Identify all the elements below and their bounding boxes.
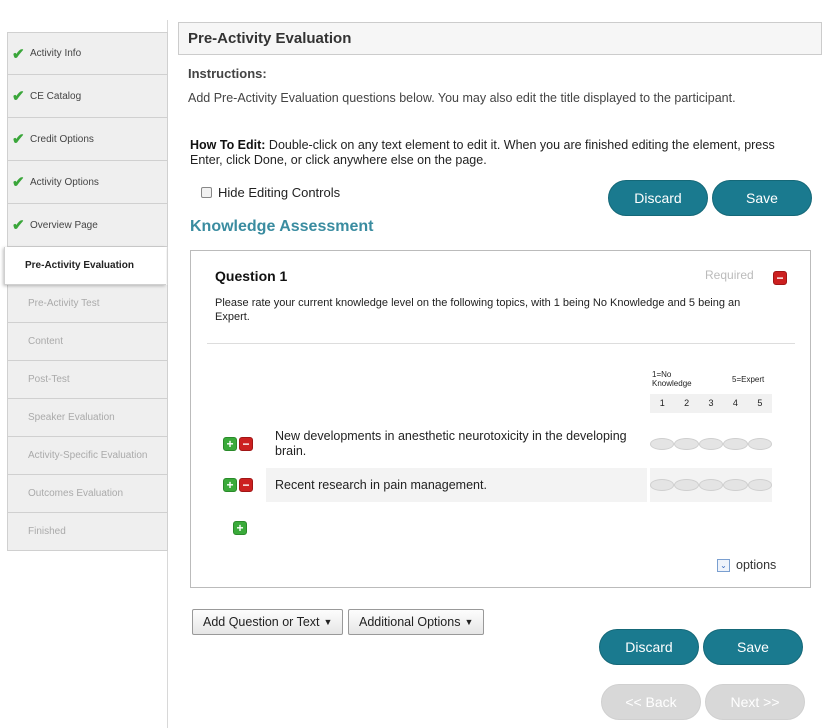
scale-number: 4: [732, 398, 738, 408]
hide-editing-controls-label: Hide Editing Controls: [218, 185, 341, 200]
rating-radio[interactable]: [674, 438, 699, 450]
save-button-bottom[interactable]: Save: [703, 629, 803, 665]
rating-radio[interactable]: [747, 479, 773, 491]
discard-button-bottom[interactable]: Discard: [599, 629, 699, 665]
how-to-edit-text: Double-click on any text element to edit…: [190, 138, 775, 167]
sidebar-item-label: Pre-Activity Evaluation: [25, 260, 134, 271]
rating-radio[interactable]: [650, 479, 675, 491]
sidebar-item-label: Post-Test: [28, 374, 70, 385]
sidebar-item-label: Pre-Activity Test: [28, 298, 100, 309]
scale-number: 2: [684, 398, 690, 408]
divider: [207, 343, 795, 344]
question-description[interactable]: Please rate your current knowledge level…: [215, 296, 745, 324]
how-to-edit: How To Edit: Double-click on any text el…: [190, 138, 790, 168]
additional-options-label: Additional Options: [359, 615, 461, 629]
next-button[interactable]: Next >>: [705, 684, 805, 720]
question-title[interactable]: Question 1: [215, 268, 287, 284]
scale-number: 1: [659, 398, 665, 408]
scale-low-label: 1=No Knowledge: [652, 370, 692, 388]
sidebar-item-label: Overview Page: [30, 219, 98, 231]
options-toggle[interactable]: ⌄ options: [717, 558, 776, 572]
row-controls: + −: [223, 478, 253, 492]
check-icon: ✔: [12, 174, 25, 191]
sidebar-item-overview-page[interactable]: ✔ Overview Page: [7, 204, 168, 247]
sidebar-item-activity-options[interactable]: ✔ Activity Options: [7, 161, 168, 204]
back-button[interactable]: << Back: [601, 684, 701, 720]
sidebar-item-activity-specific-evaluation[interactable]: Activity-Specific Evaluation: [7, 437, 168, 475]
sidebar-item-credit-options[interactable]: ✔ Credit Options: [7, 118, 168, 161]
chevron-down-icon: ⌄: [717, 558, 730, 572]
sidebar-item-label: Credit Options: [30, 133, 94, 145]
sidebar-item-label: CE Catalog: [30, 90, 82, 102]
row-controls: + −: [223, 437, 253, 451]
table-row: + − New developments in anesthetic neuro…: [215, 424, 775, 464]
rating-radio[interactable]: [650, 438, 675, 450]
plus-icon: +: [233, 521, 247, 535]
minus-icon: −: [773, 271, 787, 285]
additional-options-dropdown[interactable]: Additional Options ▼: [348, 609, 485, 635]
sidebar-item-label: Activity Info: [30, 48, 82, 59]
discard-button-top[interactable]: Discard: [608, 180, 708, 216]
add-row-button[interactable]: +: [233, 519, 247, 537]
rating-radios: [650, 424, 773, 464]
sidebar-item-content[interactable]: Content: [7, 323, 168, 361]
add-question-dropdown[interactable]: Add Question or Text ▼: [192, 609, 344, 635]
hide-editing-controls-checkbox[interactable]: [201, 187, 212, 198]
caret-down-icon: ▼: [464, 617, 474, 627]
add-row-icon[interactable]: +: [223, 437, 237, 451]
sidebar-item-finished[interactable]: Finished: [7, 513, 168, 551]
question-box: Question 1 Required − Please rate your c…: [190, 250, 811, 588]
sidebar-item-label: Speaker Evaluation: [28, 412, 115, 423]
rating-radio[interactable]: [723, 479, 748, 491]
rating-radios: [650, 468, 773, 502]
rating-radio[interactable]: [674, 479, 699, 491]
options-label: options: [736, 558, 777, 572]
how-to-edit-label: How To Edit:: [190, 138, 266, 152]
sidebar-item-pre-activity-test[interactable]: Pre-Activity Test: [7, 285, 168, 323]
sidebar: ✔ Activity Info ✔ CE Catalog ✔ Credit Optio…: [4, 32, 168, 551]
add-row-icon[interactable]: +: [223, 478, 237, 492]
check-icon: ✔: [12, 217, 25, 234]
row-label[interactable]: Recent research in pain management.: [266, 468, 647, 502]
sidebar-item-label: Outcomes Evaluation: [28, 488, 124, 499]
remove-row-icon[interactable]: −: [239, 437, 253, 451]
remove-question-button[interactable]: −: [773, 269, 787, 287]
sidebar-item-label: Activity Options: [30, 176, 99, 188]
sidebar-item-post-test[interactable]: Post-Test: [7, 361, 168, 399]
rating-radio[interactable]: [723, 438, 748, 450]
sidebar-item-outcomes-evaluation[interactable]: Outcomes Evaluation: [7, 475, 168, 513]
instructions-label: Instructions:: [188, 66, 267, 81]
sidebar-item-label: Content: [28, 336, 64, 347]
scale-low-line: Knowledge: [652, 379, 692, 388]
check-icon: ✔: [12, 131, 25, 148]
page-title: Pre-Activity Evaluation: [178, 22, 822, 55]
sidebar-item-activity-info[interactable]: ✔ Activity Info: [7, 32, 168, 75]
caret-down-icon: ▼: [323, 617, 333, 627]
table-row: + − Recent research in pain management.: [215, 468, 775, 502]
rating-radio[interactable]: [698, 479, 724, 491]
hide-editing-controls[interactable]: Hide Editing Controls: [201, 185, 340, 200]
scale-high-label: 5=Expert: [732, 375, 765, 384]
rating-radio[interactable]: [747, 438, 773, 450]
add-question-label: Add Question or Text: [203, 615, 320, 629]
check-icon: ✔: [12, 88, 25, 105]
remove-row-icon[interactable]: −: [239, 478, 253, 492]
sidebar-item-label: Finished: [28, 526, 66, 537]
sidebar-item-ce-catalog[interactable]: ✔ CE Catalog: [7, 75, 168, 118]
rating-radio[interactable]: [698, 438, 724, 450]
sidebar-item-pre-activity-evaluation[interactable]: Pre-Activity Evaluation: [4, 247, 166, 285]
scale-number: 3: [708, 398, 714, 408]
sidebar-item-label: Activity-Specific Evaluation: [28, 450, 148, 461]
check-icon: ✔: [12, 45, 25, 63]
scale-numbers: 1 2 3 4 5: [650, 394, 772, 413]
sidebar-item-speaker-evaluation[interactable]: Speaker Evaluation: [7, 399, 168, 437]
row-label[interactable]: New developments in anesthetic neurotoxi…: [266, 424, 647, 464]
save-button-top[interactable]: Save: [712, 180, 812, 216]
required-label: Required: [705, 268, 754, 282]
scale-number: 5: [757, 398, 763, 408]
instructions-text: Add Pre-Activity Evaluation questions be…: [188, 91, 736, 105]
section-title[interactable]: Knowledge Assessment: [190, 218, 373, 236]
scale-low-line: 1=No: [652, 370, 672, 379]
